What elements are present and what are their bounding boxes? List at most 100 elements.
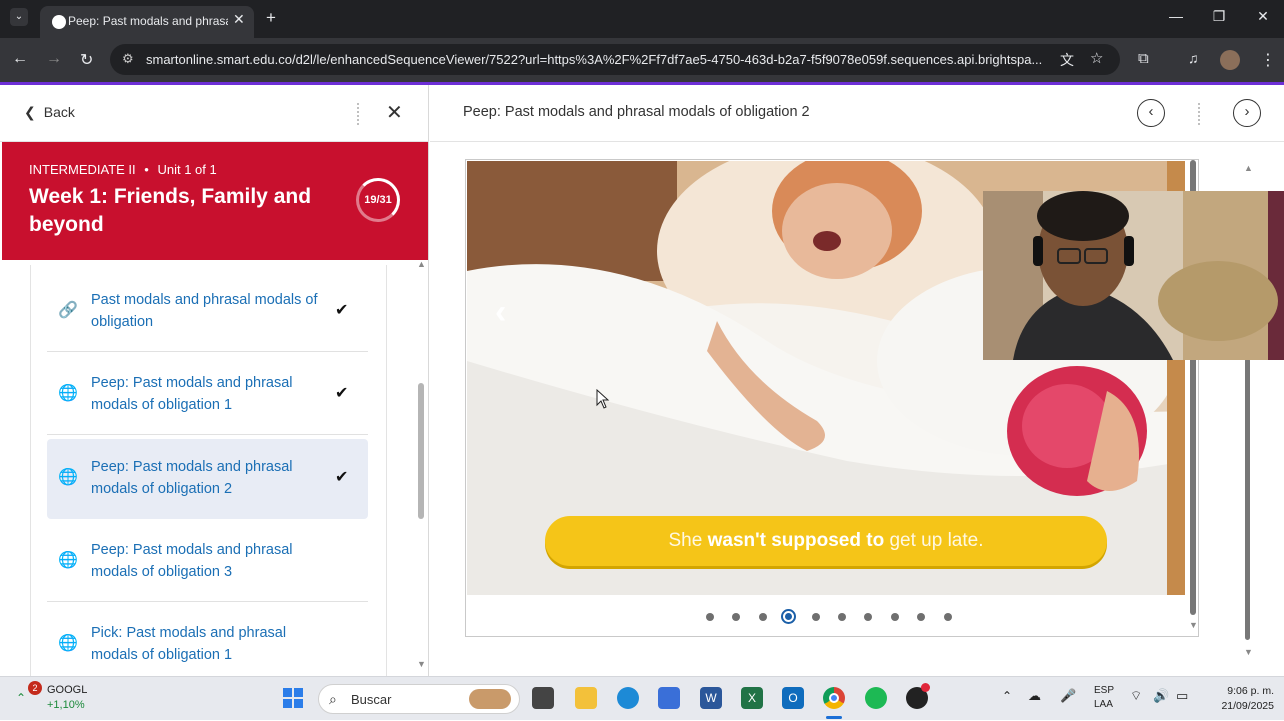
caption-prefix: She [668, 530, 708, 551]
pagination-dot[interactable] [758, 613, 767, 621]
search-placeholder: Buscar [351, 692, 392, 707]
minimize-button[interactable]: — [1161, 8, 1191, 24]
back-button[interactable]: ❮ Back [24, 104, 75, 121]
edge-icon[interactable] [617, 687, 639, 709]
task-view-icon[interactable] [532, 687, 554, 709]
file-explorer-icon[interactable] [575, 687, 597, 709]
topic-list: 🔗 Past modals and phrasal modals of obli… [0, 260, 429, 676]
store-icon[interactable] [658, 687, 680, 709]
maximize-button[interactable]: ❐ [1204, 8, 1234, 25]
close-window-button[interactable]: ✕ [1248, 8, 1278, 25]
checkmark-icon: ✔ [335, 302, 349, 319]
media-icon[interactable]: ♫ [1188, 50, 1199, 66]
back-arrow-icon[interactable]: ← [12, 50, 28, 68]
list-item-pick-1[interactable]: 🌐 Pick: Past modals and phrasal modals o… [47, 605, 368, 676]
address-bar[interactable]: ⚙ smartonline.smart.edu.co/d2l/le/enhanc… [110, 44, 1120, 75]
scrollbar-thumb[interactable] [418, 383, 424, 519]
list-item-peep-2[interactable]: 🌐 Peep: Past modals and phrasal modals o… [47, 439, 368, 519]
next-topic-button[interactable]: › [1233, 99, 1261, 127]
content-panel: Peep: Past modals and phrasal modals of … [430, 85, 1284, 676]
pagination-dot[interactable] [811, 613, 820, 621]
pagination-dot[interactable] [838, 613, 846, 621]
word-icon[interactable]: W [700, 687, 722, 709]
item-label: Peep: Past modals and phrasal modals of … [91, 542, 293, 580]
keyboard-layout[interactable]: LAA [1094, 699, 1113, 710]
tab-close-icon[interactable]: ✕ [233, 11, 245, 28]
wifi-icon[interactable]: ⌔ [1130, 688, 1142, 704]
scroll-down-icon[interactable]: ▼ [1189, 620, 1198, 630]
volume-icon[interactable]: 🔊 [1153, 688, 1169, 704]
menu-icon[interactable]: ⋮ [1260, 50, 1276, 70]
list-border-right [386, 265, 387, 676]
show-hidden-icons-icon[interactable]: ⌃ [1002, 689, 1012, 703]
pagination-dot[interactable] [943, 613, 952, 621]
taskbar-search-input[interactable]: ⌕ Buscar [318, 684, 520, 714]
pagination-dot[interactable] [890, 613, 899, 621]
scrollbar-thumb[interactable] [1245, 358, 1250, 640]
active-app-indicator [826, 716, 842, 719]
profile-avatar[interactable] [1220, 50, 1240, 70]
language-code[interactable]: ESP [1094, 685, 1114, 696]
webcam-overlay [983, 191, 1284, 360]
search-icon: ⌕ [329, 691, 337, 707]
stock-name: GOOGL [47, 684, 88, 696]
content-header: Peep: Past modals and phrasal modals of … [430, 85, 1284, 142]
windows-taskbar: 2 ⌃ GOOGL +1,10% ⌕ Buscar W X O ⌃ ☁ 🎤 ES… [0, 676, 1284, 720]
back-label: Back [43, 104, 75, 120]
battery-icon[interactable]: ▭ [1176, 688, 1188, 704]
pagination-dot[interactable] [706, 613, 714, 621]
slide-pagination [706, 609, 966, 624]
checkmark-icon: ✔ [335, 385, 349, 402]
tab-search-button[interactable]: ⌄ [10, 8, 28, 26]
slide-previous-arrow-icon[interactable]: ‹ [495, 293, 506, 332]
clock-time: 9:06 p. m. [1227, 685, 1274, 697]
microphone-icon[interactable]: 🎤 [1060, 688, 1076, 704]
list-item-past-modals[interactable]: 🔗 Past modals and phrasal modals of obli… [47, 272, 368, 352]
reload-icon[interactable]: ↻ [80, 50, 93, 70]
scroll-down-icon[interactable]: ▼ [417, 659, 426, 669]
slide-caption: She wasn't supposed to get up late. [545, 516, 1107, 566]
chrome-icon[interactable] [823, 687, 845, 709]
scroll-up-icon[interactable]: ▲ [417, 259, 426, 269]
pagination-dot[interactable] [732, 613, 741, 621]
course-header: INTERMEDIATE II • Unit 1 of 1 Week 1: Fr… [2, 142, 428, 260]
extensions-icon[interactable]: ⧉ [1138, 50, 1149, 67]
chevron-right-icon: › [1244, 103, 1250, 120]
translate-icon[interactable]: 文 [1060, 50, 1074, 70]
close-icon: ✕ [386, 102, 403, 124]
onedrive-icon[interactable]: ☁ [1028, 688, 1041, 704]
globe-icon: 🌐 [58, 469, 78, 486]
outlook-icon[interactable]: O [782, 687, 804, 709]
recorder-icon[interactable] [906, 683, 930, 709]
item-label: Peep: Past modals and phrasal modals of … [91, 459, 293, 497]
windows-start-icon[interactable] [282, 687, 304, 709]
scroll-up-icon[interactable]: ▲ [1244, 163, 1253, 173]
caption-suffix: get up late. [884, 530, 984, 551]
list-item-peep-3[interactable]: 🌐 Peep: Past modals and phrasal modals o… [47, 522, 368, 602]
notification-badge: 2 [28, 681, 42, 695]
url-text: smartonline.smart.edu.co/d2l/le/enhanced… [146, 52, 1043, 67]
previous-topic-button[interactable]: ‹ [1137, 99, 1165, 127]
close-panel-button[interactable]: ✕ [386, 100, 403, 125]
course-level: INTERMEDIATE II [29, 162, 136, 177]
browser-tab[interactable]: Peep: Past modals and phrasal m ✕ [40, 6, 254, 38]
list-scrollbar[interactable]: ▲ ▼ [417, 259, 426, 671]
spotify-icon[interactable] [865, 687, 887, 709]
bookmark-star-icon[interactable]: ☆ [1090, 49, 1103, 67]
forward-arrow-icon[interactable]: → [46, 50, 62, 68]
scroll-down-icon[interactable]: ▼ [1244, 647, 1253, 657]
browser-tab-bar: ⌄ Peep: Past modals and phrasal m ✕ + — … [0, 0, 1284, 38]
site-info-icon[interactable]: ⚙ [122, 51, 134, 67]
globe-icon: 🌐 [58, 635, 78, 652]
checkmark-icon: ✔ [335, 469, 349, 486]
stock-trend-icon: ⌃ [16, 691, 27, 705]
list-item-peep-1[interactable]: 🌐 Peep: Past modals and phrasal modals o… [47, 355, 368, 435]
tab-title: Peep: Past modals and phrasal m [68, 14, 228, 28]
pagination-dot[interactable] [864, 613, 873, 621]
pagination-dot[interactable] [917, 613, 926, 621]
excel-icon[interactable]: X [741, 687, 763, 709]
new-tab-button[interactable]: + [266, 8, 276, 28]
breadcrumb-separator: • [144, 162, 149, 177]
pagination-dot-current[interactable] [781, 609, 797, 624]
taskbar-clock[interactable]: 9:06 p. m. 21/09/2025 [1208, 684, 1274, 714]
